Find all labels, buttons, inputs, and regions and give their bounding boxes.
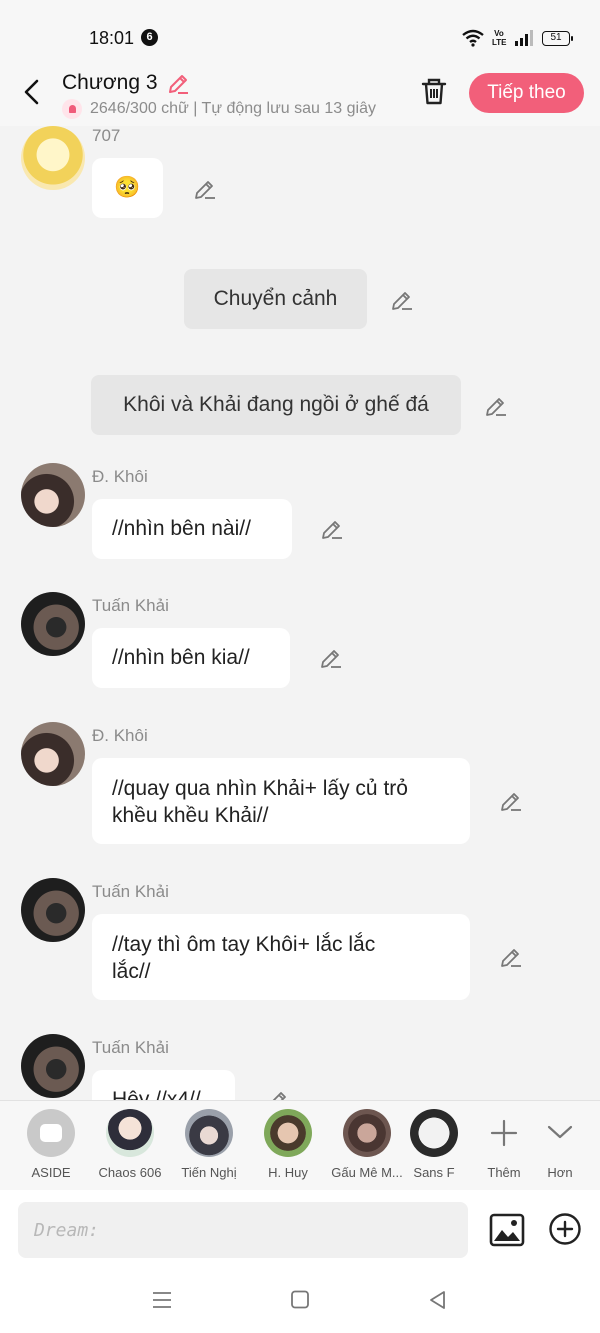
message-bubble[interactable]: //nhìn bên kia// bbox=[92, 628, 290, 688]
image-icon[interactable] bbox=[489, 1212, 525, 1248]
sender-name: Đ. Khôi bbox=[92, 726, 148, 745]
edit-scene-pencil-icon[interactable] bbox=[390, 288, 414, 312]
next-button[interactable]: Tiếp theo bbox=[469, 73, 584, 113]
editor-header: Chương 3 2646/300 chữ | Tự động lưu sau … bbox=[0, 70, 600, 126]
composer bbox=[0, 1190, 600, 1268]
scene-change-text: Chuyển cảnh bbox=[213, 287, 338, 310]
character-avatar bbox=[343, 1109, 391, 1157]
message-text: 🥺 bbox=[114, 176, 141, 199]
bell-icon bbox=[62, 99, 82, 119]
message-bubble[interactable]: //quay qua nhìn Khải+ lấy củ trỏ khều kh… bbox=[92, 758, 470, 844]
avatar-khoi[interactable] bbox=[21, 722, 85, 786]
sender-name: Tuấn Khải bbox=[92, 596, 169, 615]
character-aside[interactable]: ASIDE bbox=[13, 1109, 89, 1180]
sender-name: Tuấn Khải bbox=[92, 1038, 169, 1057]
character-sans[interactable]: Sans F bbox=[406, 1109, 462, 1180]
message-bubble[interactable]: //nhìn bên nài// bbox=[92, 499, 292, 559]
message-text: //nhìn bên kia// bbox=[112, 646, 250, 669]
add-circle-icon[interactable] bbox=[548, 1212, 582, 1246]
character-label: Sans F bbox=[413, 1165, 455, 1180]
character-avatar bbox=[410, 1109, 458, 1157]
menu-icon[interactable] bbox=[150, 1290, 174, 1310]
message-text: Hêy //x4// bbox=[112, 1088, 201, 1100]
message-bubble[interactable]: //tay thì ôm tay Khôi+ lắc lắc lắc// bbox=[92, 914, 470, 1000]
aside-icon bbox=[27, 1109, 75, 1157]
character-label: Tiến Nghị bbox=[181, 1165, 237, 1180]
message-text-line: //tay thì ôm tay Khôi+ lắc lắc bbox=[112, 933, 376, 956]
narration-block[interactable]: Khôi và Khải đang ngồi ở ghế đá bbox=[91, 375, 461, 435]
sender-name: Đ. Khôi bbox=[92, 467, 148, 486]
status-icons: Vo LTE 51 bbox=[462, 28, 573, 48]
message-text-line: khều khều Khải// bbox=[112, 804, 269, 827]
wifi-icon bbox=[462, 29, 484, 47]
message-text-line: lắc// bbox=[112, 960, 151, 983]
character-chaos-606[interactable]: Chaos 606 bbox=[92, 1109, 168, 1180]
edit-message-pencil-icon[interactable] bbox=[193, 177, 217, 201]
scene-change-block[interactable]: Chuyển cảnh bbox=[184, 269, 367, 329]
character-label: H. Huy bbox=[268, 1165, 308, 1180]
character-bar: ASIDE Chaos 606 Tiến Nghị H. Huy Gấu Mê … bbox=[0, 1100, 600, 1190]
character-tien-nghi[interactable]: Tiến Nghị bbox=[171, 1109, 247, 1180]
system-nav-bar bbox=[0, 1268, 600, 1333]
notification-badge: 6 bbox=[141, 29, 158, 46]
character-label: Gấu Mê M... bbox=[331, 1165, 403, 1180]
plus-icon bbox=[490, 1119, 518, 1147]
back-arrow-icon[interactable] bbox=[18, 78, 46, 106]
sender-name: Tuấn Khải bbox=[92, 882, 169, 901]
battery-icon: 51 bbox=[542, 30, 573, 46]
more-label: Hơn bbox=[547, 1165, 573, 1180]
avatar-khai[interactable] bbox=[21, 1034, 85, 1098]
save-status-row: 2646/300 chữ | Tự động lưu sau 13 giây bbox=[62, 99, 396, 119]
character-avatar bbox=[106, 1109, 154, 1157]
message-bubble[interactable]: 🥺 bbox=[92, 158, 163, 218]
avatar-707[interactable] bbox=[21, 126, 85, 190]
avatar-khai[interactable] bbox=[21, 592, 85, 656]
chat-area[interactable]: 707 🥺 Chuyển cảnh Khôi và Khải đang ngồi… bbox=[0, 126, 600, 1100]
edit-message-pencil-icon[interactable] bbox=[320, 517, 344, 541]
avatar-khoi[interactable] bbox=[21, 463, 85, 527]
narration-text: Khôi và Khải đang ngồi ở ghế đá bbox=[123, 393, 429, 416]
edit-narration-pencil-icon[interactable] bbox=[484, 394, 508, 418]
edit-message-pencil-icon[interactable] bbox=[319, 646, 343, 670]
edit-title-pencil-icon[interactable] bbox=[166, 72, 190, 96]
sender-name: 707 bbox=[92, 126, 121, 145]
more-characters-button[interactable]: Hơn bbox=[522, 1109, 598, 1180]
avatar-khai[interactable] bbox=[21, 878, 85, 942]
chapter-title[interactable]: Chương 3 bbox=[62, 71, 158, 95]
edit-message-pencil-icon[interactable] bbox=[266, 1088, 290, 1100]
message-text-line: //quay qua nhìn Khải+ lấy củ trỏ bbox=[112, 777, 408, 800]
chevron-down-icon bbox=[547, 1125, 573, 1139]
message-text: //nhìn bên nài// bbox=[112, 517, 251, 540]
status-time: 18:01 bbox=[89, 28, 135, 48]
edit-message-pencil-icon[interactable] bbox=[499, 789, 523, 813]
volte-label: Vo LTE bbox=[492, 29, 507, 47]
character-gau-me[interactable]: Gấu Mê M... bbox=[329, 1109, 405, 1180]
character-h-huy[interactable]: H. Huy bbox=[250, 1109, 326, 1180]
trash-icon[interactable] bbox=[419, 76, 449, 106]
character-label: Chaos 606 bbox=[98, 1165, 162, 1180]
character-avatar bbox=[264, 1109, 312, 1157]
message-bubble[interactable]: Hêy //x4// bbox=[92, 1070, 235, 1100]
character-label: ASIDE bbox=[31, 1165, 71, 1180]
home-icon[interactable] bbox=[288, 1290, 312, 1310]
message-input[interactable] bbox=[18, 1202, 468, 1258]
word-count-autosave: 2646/300 chữ | Tự động lưu sau 13 giây bbox=[90, 100, 376, 117]
edit-message-pencil-icon[interactable] bbox=[499, 945, 523, 969]
status-bar: 18:01 6 Vo LTE 51 bbox=[0, 0, 600, 70]
back-triangle-icon[interactable] bbox=[426, 1290, 450, 1310]
signal-icon bbox=[515, 30, 533, 46]
character-avatar bbox=[185, 1109, 233, 1157]
